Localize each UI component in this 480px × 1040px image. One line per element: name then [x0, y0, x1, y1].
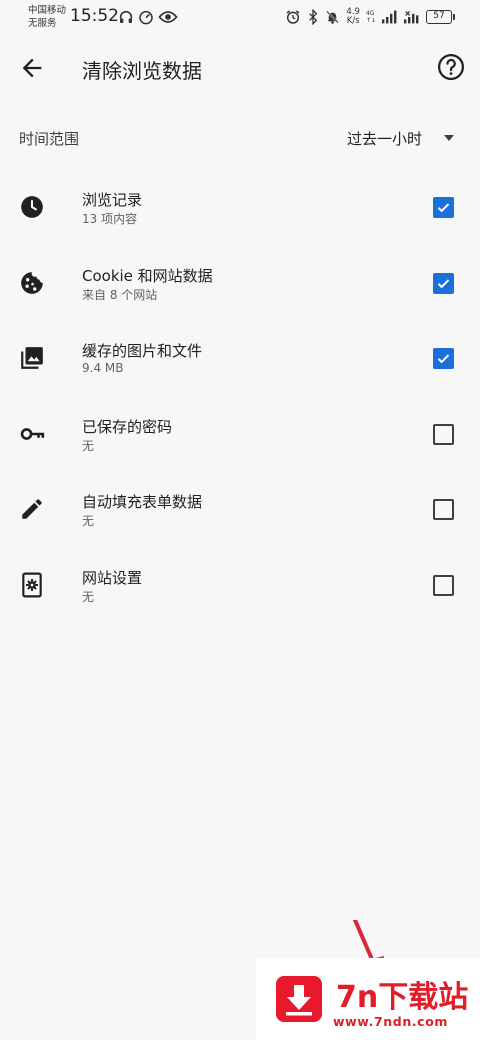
carrier-name: 中国移动 [28, 5, 67, 16]
option-title: 已保存的密码 [82, 417, 173, 436]
time-range-value: 过去一小时 [346, 129, 422, 148]
time-range-label: 时间范围 [19, 130, 80, 148]
help-circle-icon [438, 54, 464, 80]
speedometer-icon [139, 10, 153, 25]
signal-no-service-icon [404, 10, 419, 24]
clear-data-options: 浏览记录 13 项内容 Cookie 和网站数据 来自 8 个网站 缓存的图片和… [0, 168, 480, 621]
option-title: 自动填充表单数据 [82, 493, 203, 511]
checkmark-icon [437, 203, 450, 213]
option-browsing-history[interactable]: 浏览记录 13 项内容 [0, 168, 480, 244]
option-subtitle: 无 [82, 438, 95, 453]
time-range-row: 时间范围 过去一小时 [0, 114, 480, 162]
option-saved-passwords[interactable]: 已保存的密码 无 [0, 395, 480, 471]
option-title: 浏览记录 [82, 191, 143, 209]
option-autofill-data[interactable]: 自动填充表单数据 无 [0, 470, 480, 546]
option-cookies[interactable]: Cookie 和网站数据 来自 8 个网站 [0, 244, 480, 320]
status-bar: 中国移动 无服务 15:52 4.9 K/s 4G ↑↓ 57 [0, 0, 480, 36]
saved-passwords-checkbox[interactable] [433, 423, 454, 445]
app-toolbar: 清除浏览数据 [0, 36, 480, 100]
key-icon [20, 427, 45, 440]
download-logo-icon [276, 976, 322, 1022]
page-title: 清除浏览数据 [82, 59, 202, 83]
signal-icon [382, 10, 397, 24]
option-subtitle: 9.4 MB [82, 361, 124, 375]
watermark-url: www.7ndn.com [333, 1014, 449, 1029]
time-range-dropdown[interactable]: 过去一小时 [347, 124, 454, 152]
status-time: 15:52 [70, 6, 119, 26]
network-speed-unit: K/s [346, 16, 360, 26]
option-subtitle: 来自 8 个网站 [82, 287, 158, 302]
bluetooth-icon [309, 9, 318, 25]
arrow-left-icon [22, 58, 42, 78]
pencil-icon [22, 499, 42, 519]
option-title: Cookie 和网站数据 [82, 266, 213, 285]
images-icon [21, 347, 43, 369]
carrier-info: 中国移动 无服务 [28, 4, 66, 30]
eye-icon [158, 11, 178, 23]
option-title: 网站设置 [82, 568, 143, 587]
alarm-icon [286, 10, 300, 24]
option-subtitle: 无 [82, 589, 95, 604]
option-title: 缓存的图片和文件 [82, 342, 203, 360]
cookie-icon [21, 271, 43, 294]
clock-icon [21, 196, 43, 218]
network-type-label: 4G [365, 10, 375, 17]
caret-down-icon [444, 135, 454, 141]
site-settings-checkbox[interactable] [433, 574, 454, 596]
option-cached-images[interactable]: 缓存的图片和文件 9.4 MB [0, 319, 480, 395]
carrier-service: 无服务 [28, 18, 57, 29]
autofill-data-checkbox[interactable] [433, 499, 454, 520]
network-activity: ↑↓ [365, 17, 376, 24]
network-speed: 4.9 K/s [346, 8, 360, 26]
site-settings-icon [22, 572, 42, 597]
checkmark-icon [437, 354, 450, 364]
option-site-settings[interactable]: 网站设置 无 [0, 546, 480, 622]
help-button[interactable] [436, 52, 466, 82]
option-subtitle: 无 [82, 514, 95, 528]
status-right-icons: 4.9 K/s 4G ↑↓ 57 [285, 8, 455, 26]
cached-images-checkbox[interactable] [433, 348, 454, 369]
browsing-history-checkbox[interactable] [433, 197, 454, 218]
back-button[interactable] [18, 54, 46, 82]
headphones-icon [119, 10, 133, 23]
option-subtitle: 13 项内容 [82, 212, 138, 226]
watermark-name: 7n下载站 [336, 980, 469, 1015]
mute-bell-icon [326, 10, 340, 24]
watermark: 7n下载站 www.7ndn.com [256, 958, 480, 1040]
cookies-checkbox[interactable] [433, 272, 454, 294]
battery-indicator: 57 [426, 10, 455, 24]
network-type: 4G ↑↓ [366, 10, 376, 24]
status-left-icons [118, 9, 178, 25]
checkmark-icon [437, 278, 450, 288]
